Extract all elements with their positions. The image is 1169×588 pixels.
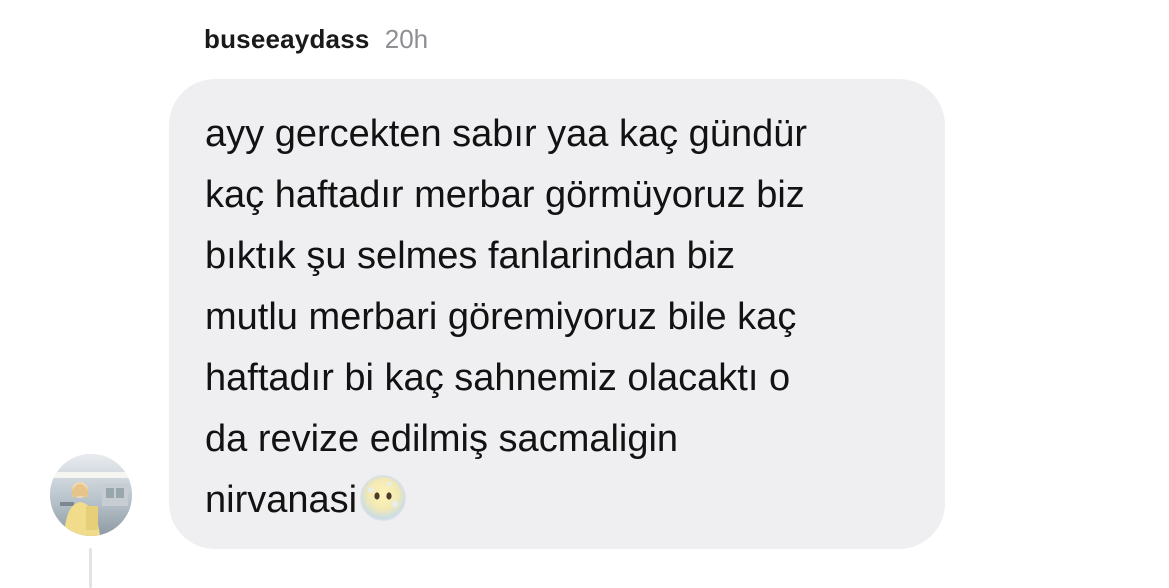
message-text: ayy gercekten sabır yaa kaç gündür kaç h… [205,104,925,531]
message-line: bıktık şu selmes fanlarindan biz [205,235,736,277]
message-line-text: nirvanasi [205,479,358,521]
message-line: da revize edilmiş sacmaligin [205,418,679,460]
thread-line [89,548,92,588]
avatar[interactable] [50,454,132,536]
username[interactable]: buseeaydass [204,24,370,54]
timestamp: 20h [384,24,429,54]
message-line: ayy gercekten sabır yaa kaç gündür [205,113,808,155]
message-line: kaç haftadır merbar görmüyoruz biz [205,174,805,216]
message-line: nirvanasi [205,475,407,521]
message-line: mutlu merbari göremiyoruz bile kaç [205,296,797,338]
message-line: haftadır bi kaç sahnemiz olacaktı o [205,357,791,399]
comment-header: buseeaydass 20h [204,22,428,56]
avatar-photo [50,454,132,536]
face-with-no-mouth-icon [360,475,406,521]
